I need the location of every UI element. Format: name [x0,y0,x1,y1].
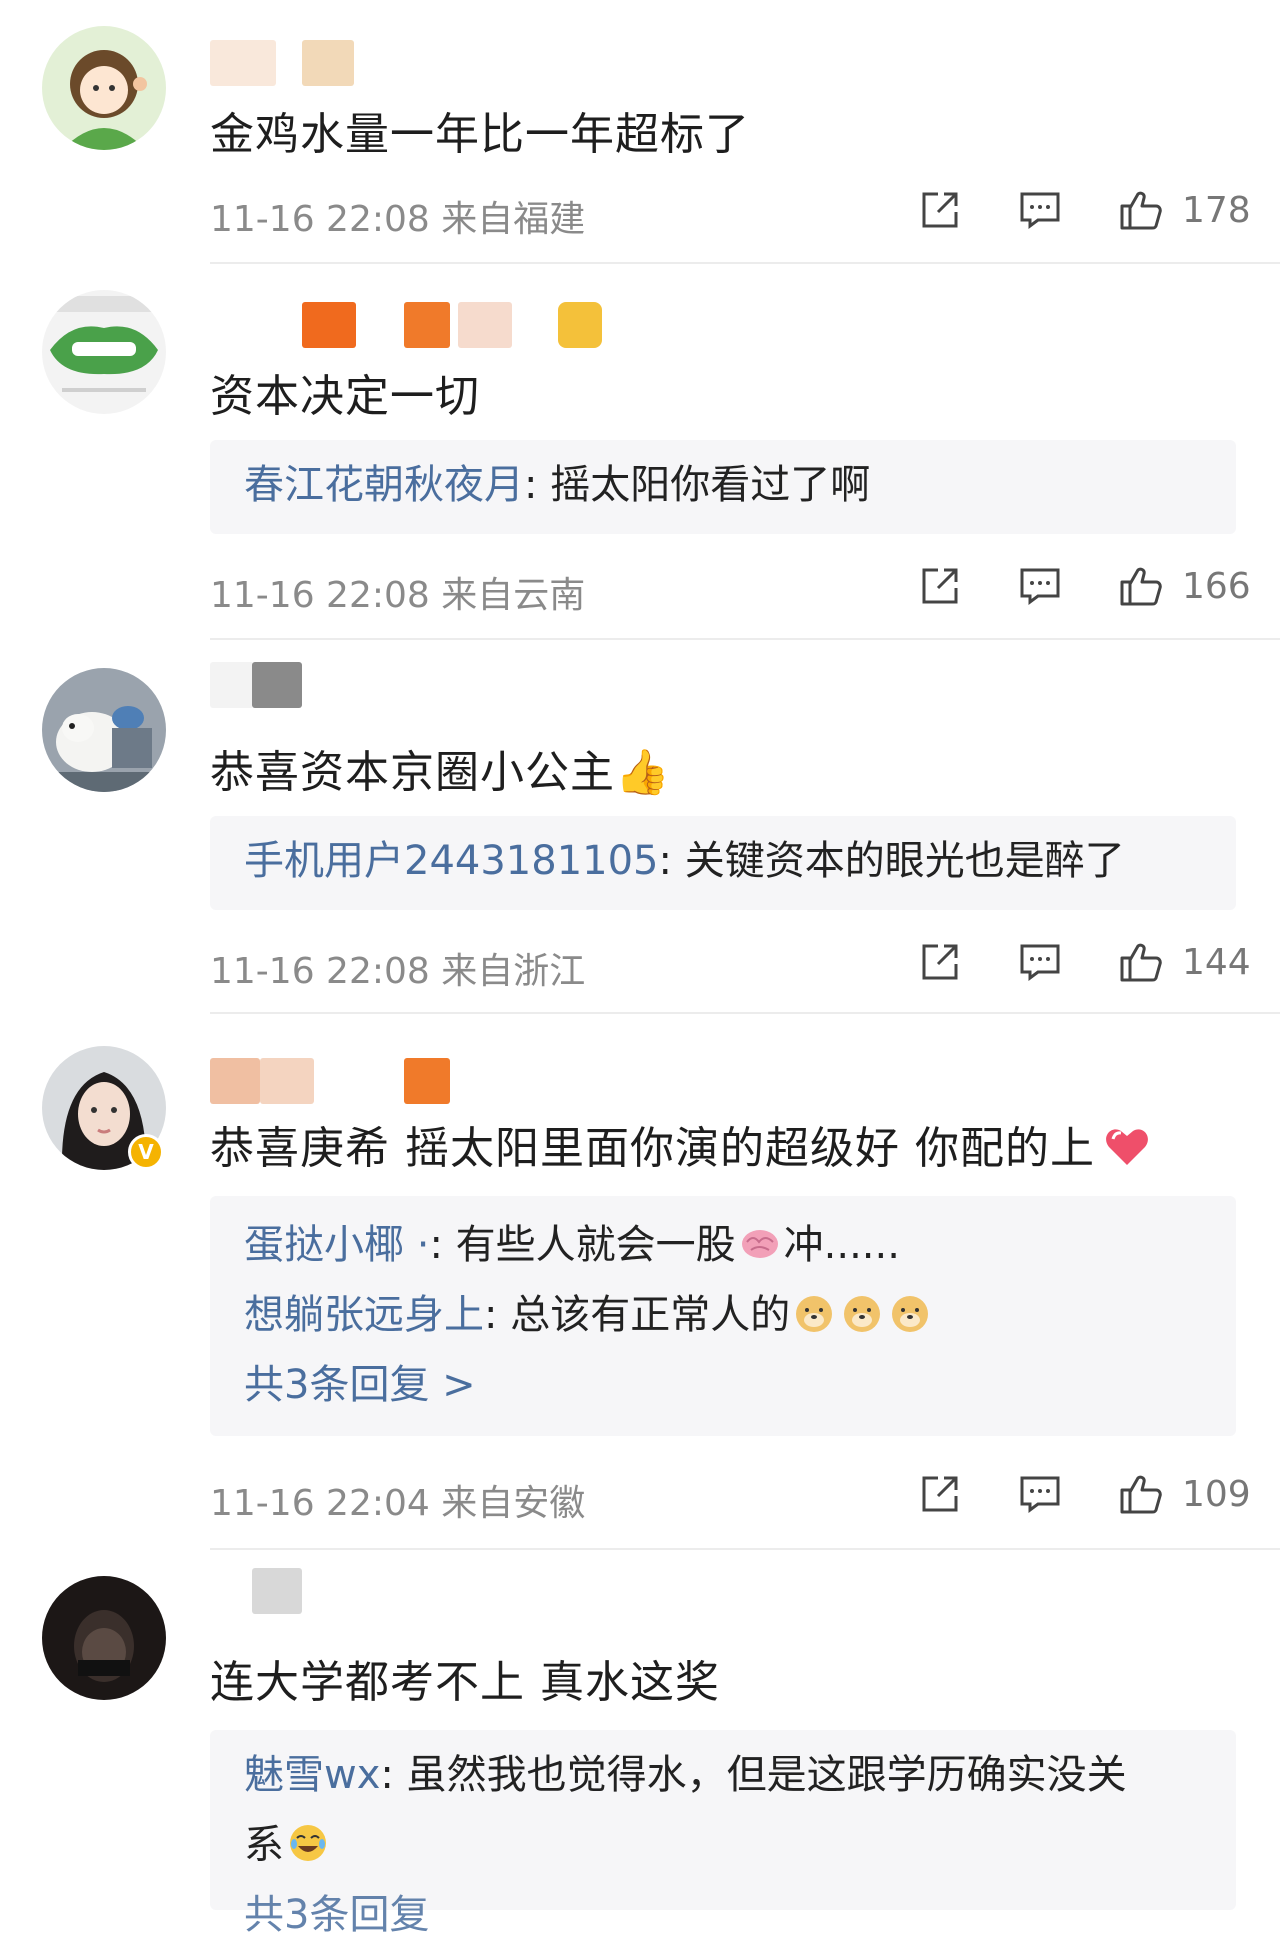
heart-emoji-icon [1106,1129,1148,1165]
thumbs-up-icon[interactable] [1116,186,1164,234]
like-count: 166 [1182,566,1251,607]
reply-text-after: 冲...... [783,1222,900,1268]
comment-text: 资本决定一切 [210,371,480,422]
divider [210,638,1280,640]
reply-line: 系 [244,1810,1202,1880]
reply-text: : 虽然我也觉得水，但是这跟学历确实没关 [380,1752,1127,1798]
comment-icon[interactable] [1016,186,1064,234]
doge-emoji-icon [796,1296,833,1332]
thumbs-up-icon[interactable] [1116,562,1164,610]
comment-meta: 11-16 22:08 来自福建 178 [210,186,1251,240]
comment-text: 连大学都考不上 真水这奖 [210,1657,720,1708]
reply-preview[interactable]: 手机用户2443181105: 关键资本的眼光也是醉了 [210,816,1236,910]
comment-text-body: 恭喜庚希 摇太阳里面你演的超级好 你配的上 [210,1123,1095,1174]
brain-emoji-icon [741,1230,778,1258]
laughing-crying-emoji-icon [290,1825,326,1861]
comment-text: 金鸡水量一年比一年超标了 [210,109,750,160]
reply-line: 魅雪wx: 虽然我也觉得水，但是这跟学历确实没关 [244,1740,1202,1810]
reply-line: 手机用户2443181105: 关键资本的眼光也是醉了 [244,826,1202,896]
thumbs-up-icon[interactable] [1116,938,1164,986]
comment-icon[interactable] [1016,562,1064,610]
reply-username[interactable]: 想躺张远身上 [244,1292,484,1338]
reply-username[interactable]: 蛋挞小椰 · [244,1222,429,1268]
reply-text: : 有些人就会一股 [429,1222,736,1268]
like-count: 109 [1182,1474,1251,1515]
reply-username[interactable]: 魅雪wx [244,1752,380,1798]
share-icon[interactable] [916,1470,964,1518]
divider [210,1012,1280,1014]
reply-line: 想躺张远身上: 总该有正常人的 [244,1280,1202,1350]
comment-time-location: 11-16 22:04 来自安徽 [210,1483,586,1524]
comment-text: 恭喜庚希 摇太阳里面你演的超级好 你配的上 [210,1112,1151,1176]
comment-time-location: 11-16 22:08 来自浙江 [210,951,586,992]
avatar[interactable] [42,290,166,414]
comment-time-location: 11-16 22:08 来自云南 [210,575,586,616]
like-count: 144 [1182,942,1251,983]
reply-username[interactable]: 手机用户2443181105 [244,838,659,884]
reply-text: : 关键资本的眼光也是醉了 [658,838,1125,884]
comment-text-body: 恭喜资本京圈小公主 [210,747,615,798]
divider [210,262,1280,264]
comment-meta: 11-16 22:08 来自云南 166 [210,562,1251,616]
comment-time-location: 11-16 22:08 来自福建 [210,199,586,240]
reply-preview[interactable]: 蛋挞小椰 ·: 有些人就会一股 冲...... 想躺张远身上: 总该有正常人的 共… [210,1196,1236,1436]
verified-badge-icon: V [128,1134,164,1170]
share-icon[interactable] [916,938,964,986]
reply-text: : 摇太阳你看过了啊 [524,462,871,508]
reply-text: : 总该有正常人的 [484,1292,791,1338]
reply-text-line2: 系 [244,1822,284,1868]
comment-meta: 11-16 22:04 来自安徽 109 [210,1470,1251,1524]
reply-username[interactable]: 春江花朝秋夜月 [244,462,524,508]
reply-preview[interactable]: 魅雪wx: 虽然我也觉得水，但是这跟学历确实没关 系 共3条回复 [210,1730,1236,1938]
avatar[interactable] [42,26,166,150]
avatar[interactable] [42,1576,166,1700]
reply-preview[interactable]: 春江花朝秋夜月: 摇太阳你看过了啊 [210,440,1236,534]
thumbs-up-emoji: 👍 [615,747,671,798]
doge-emoji-icon [844,1296,881,1332]
like-count: 178 [1182,190,1251,231]
doge-emoji-icon [892,1296,929,1332]
view-all-replies-link[interactable]: 共3条回复 [244,1880,1202,1950]
view-all-replies-link[interactable]: 共3条回复 > [244,1350,1202,1420]
avatar[interactable] [42,668,166,792]
thumbs-up-icon[interactable] [1116,1470,1164,1518]
share-icon[interactable] [916,562,964,610]
divider [210,1548,1280,1550]
comment-text: 恭喜资本京圈小公主👍 [210,736,671,800]
comment-icon[interactable] [1016,938,1064,986]
reply-line: 蛋挞小椰 ·: 有些人就会一股 冲...... [244,1210,1202,1280]
share-icon[interactable] [916,186,964,234]
reply-line: 春江花朝秋夜月: 摇太阳你看过了啊 [244,450,1202,520]
comment-icon[interactable] [1016,1470,1064,1518]
comment-meta: 11-16 22:08 来自浙江 144 [210,938,1251,992]
